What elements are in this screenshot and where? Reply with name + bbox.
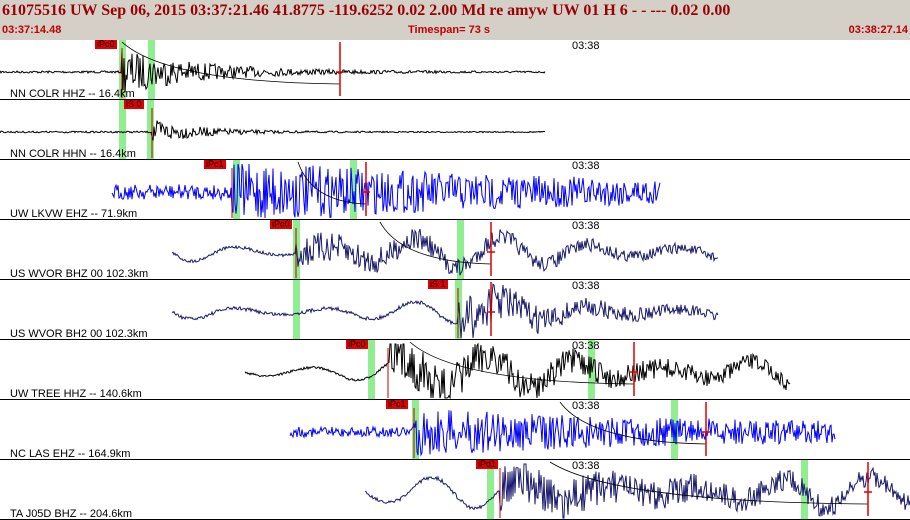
trace-panel-wvor-bh2[interactable]: iS 1 03:38 US WVOR BH2 00 102.3km xyxy=(0,280,910,341)
station-label: NC LAS EHZ -- 164.9km xyxy=(10,448,131,460)
end-time-label: 03:38:27.14 xyxy=(848,24,908,36)
pick-flag[interactable]: iPc0 xyxy=(270,220,292,229)
time-tick-label: 03:38 xyxy=(572,400,600,412)
trace-panel-wvor-bhz[interactable]: iPc0 03:38 US WVOR BHZ 00 102.3km xyxy=(0,220,910,281)
time-tick-label: 03:38 xyxy=(572,220,600,232)
station-label: NN COLR HHN -- 16.4km xyxy=(10,148,136,160)
station-label: UW LKVW EHZ -- 71.9km xyxy=(10,208,138,220)
pick-flag[interactable]: iS 1 xyxy=(428,280,448,289)
time-tick-label: 03:38 xyxy=(572,40,600,52)
trace-panel-lkvw-ehz[interactable]: iPc1 03:38 UW LKVW EHZ -- 71.9km xyxy=(0,160,910,221)
trace-panel-colr-hhn[interactable]: iS 0 NN COLR HHN -- 16.4km xyxy=(0,100,910,160)
event-header: 61075516 UW Sep 06, 2015 03:37:21.46 41.… xyxy=(0,0,910,40)
station-label: US WVOR BH2 00 102.3km xyxy=(10,328,148,340)
station-label: US WVOR BHZ 00 102.3km xyxy=(10,268,149,280)
time-tick-label: 03:38 xyxy=(572,340,600,352)
time-tick-label: 03:38 xyxy=(572,460,600,472)
event-title: 61075516 UW Sep 06, 2015 03:37:21.46 41.… xyxy=(2,2,731,19)
pick-flag[interactable]: iPc1 xyxy=(204,160,226,169)
station-label: UW TREE HHZ -- 140.6km xyxy=(10,388,142,400)
station-label: NN COLR HHZ -- 16.4km xyxy=(10,88,135,100)
timespan-label: Timespan= 73 s xyxy=(408,24,491,36)
start-time-label: 03:37:14.48 xyxy=(2,24,62,36)
pick-flag[interactable]: iS 0 xyxy=(124,100,144,109)
trace-panel-colr-hhz[interactable]: iPc0 03:38 NN COLR HHZ -- 16.4km xyxy=(0,40,910,101)
pick-flag[interactable]: iPc0 xyxy=(346,340,368,349)
time-tick-label: 03:38 xyxy=(572,280,600,292)
trace-panel-j05d-bhz[interactable]: iPd1 03:38 TA J05D BHZ -- 204.6km xyxy=(0,460,910,520)
pick-flag[interactable]: iPc1 xyxy=(386,400,408,409)
pick-flag[interactable]: iPc0 xyxy=(95,40,117,49)
trace-panel-las-ehz[interactable]: iPc1 03:38 NC LAS EHZ -- 164.9km xyxy=(0,400,910,461)
station-label: TA J05D BHZ -- 204.6km xyxy=(10,508,133,520)
seismogram-panels[interactable]: iPc0 03:38 NN COLR HHZ -- 16.4km iS 0 NN… xyxy=(0,40,910,520)
time-tick-label: 03:38 xyxy=(572,160,600,172)
pick-flag[interactable]: iPd1 xyxy=(476,460,499,469)
trace-panel-tree-hhz[interactable]: iPc0 03:38 UW TREE HHZ -- 140.6km xyxy=(0,340,910,401)
